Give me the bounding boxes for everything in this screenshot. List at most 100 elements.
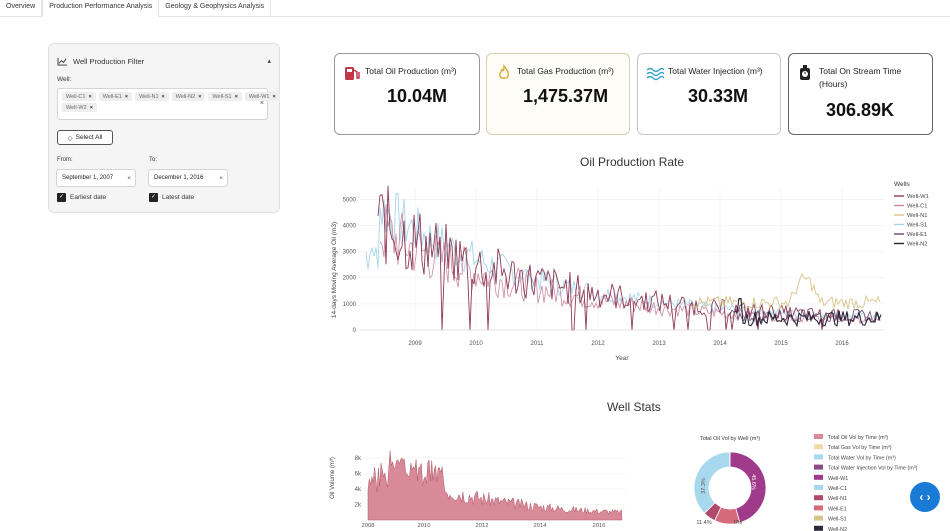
- legend-swatch: [814, 444, 823, 450]
- legend-swatch: [814, 495, 823, 501]
- to-date-input[interactable]: December 1, 2016 ×: [148, 169, 228, 187]
- x-tick-label: 2009: [408, 341, 422, 347]
- tab-bar: Overview Production Performance Analysis…: [0, 0, 950, 17]
- line-chart-icon: [57, 57, 67, 66]
- checkmark-icon: ✓: [57, 193, 66, 202]
- x-tick-label: 2010: [418, 523, 431, 529]
- legend-label[interactable]: Well-N1: [907, 213, 928, 219]
- donut-label: 45.6%: [750, 474, 756, 490]
- well-chip[interactable]: Well-S1 ×: [208, 92, 242, 101]
- legend-swatch: [814, 464, 823, 470]
- legend-swatch: [814, 434, 823, 439]
- y-tick-label: 6k: [355, 472, 362, 478]
- well-stats-title: Well Stats: [607, 400, 661, 414]
- clear-icon[interactable]: ×: [260, 100, 264, 107]
- kpi-title: Total On Stream Time (Hours): [819, 66, 902, 89]
- legend-swatch: [814, 485, 823, 490]
- well-chips: Well-C1 × Well-E1 × Well-N1 × Well-N2 × Well…: [62, 92, 282, 112]
- well-chip[interactable]: Well-N2 ×: [171, 92, 206, 101]
- select-all-button[interactable]: ◇ Select All: [57, 130, 113, 145]
- y-tick-label: 2k: [355, 503, 362, 509]
- legend-label[interactable]: Well-E1: [907, 232, 927, 238]
- oil-rate-chart-title: Oil Production Rate: [580, 155, 685, 169]
- legend-label[interactable]: Total Water Vol by Time (m³): [828, 455, 896, 461]
- legend-swatch: [814, 505, 823, 511]
- well-chip[interactable]: Well-C1 ×: [62, 92, 96, 101]
- kpi-card-stream-time: Total On Stream Time (Hours) 306.89K: [788, 53, 933, 135]
- earliest-date-checkbox[interactable]: ✓ Earliest date: [57, 193, 106, 202]
- x-tick-label: 2016: [835, 341, 849, 347]
- oil-pump-icon: [345, 67, 360, 80]
- legend-label[interactable]: Well-W1: [828, 476, 848, 482]
- kpi-title: Total Gas Production (m³): [517, 66, 614, 76]
- legend-swatch: [814, 515, 823, 521]
- from-label: From:: [57, 157, 73, 163]
- y-tick-label: 1000: [343, 302, 357, 308]
- well-chip[interactable]: Well-W2 ×: [62, 103, 97, 112]
- y-tick-label: 3000: [343, 250, 357, 256]
- tab-production-performance[interactable]: Production Performance Analysis: [42, 0, 160, 17]
- kpi-value: 306.89K: [826, 100, 895, 120]
- well-chip[interactable]: Well-E1 ×: [98, 92, 133, 101]
- legend-swatch: [814, 525, 823, 531]
- legend-label[interactable]: Well-C1: [907, 204, 928, 210]
- oil-chart-xlabel: Year: [615, 355, 629, 362]
- legend-label[interactable]: Total Water Injection Vol by Time (m³): [828, 466, 918, 472]
- kpi-title: Total Oil Production (m³): [365, 66, 457, 76]
- tab-geology-geophysics[interactable]: Geology & Geophysics Analysis: [159, 0, 272, 16]
- legend-label[interactable]: Well-S1: [907, 223, 927, 229]
- flame-icon: [499, 64, 509, 79]
- x-tick-label: 2012: [591, 341, 605, 347]
- x-tick-label: 2016: [593, 523, 606, 529]
- oil-chart-ylabel: 14-days Moving Average Oil (m3): [331, 222, 338, 318]
- y-tick-label: 5000: [343, 197, 357, 203]
- well-chip[interactable]: Well-N1 ×: [135, 92, 169, 101]
- donut-title: Total Oil Vol by Well (m³): [700, 436, 760, 442]
- kpi-card-water: Total Water Injection (m³) 30.33M: [637, 53, 781, 135]
- y-tick-label: 2000: [343, 276, 357, 282]
- x-tick-label: 2013: [652, 341, 666, 347]
- legend-label[interactable]: Well-N1: [828, 496, 847, 502]
- legend-label[interactable]: Total Oil Vol by Time (m³): [828, 435, 888, 441]
- series-line-well-w1[interactable]: [377, 185, 841, 331]
- filter-title: Well Production Filter: [73, 56, 145, 66]
- y-tick-label: 4000: [343, 223, 357, 229]
- kpi-value: 10.04M: [387, 86, 448, 106]
- legend-swatch: [814, 474, 823, 480]
- kpi-title: Total Water Injection (m³): [668, 66, 763, 76]
- y-tick-label: 8k: [355, 456, 362, 462]
- clear-icon[interactable]: ×: [127, 175, 131, 182]
- filter-header[interactable]: Well Production Filter ▴: [57, 54, 271, 68]
- kpi-card-oil: Total Oil Production (m³) 10.04M: [334, 53, 480, 135]
- donut-slice[interactable]: [693, 451, 731, 514]
- x-tick-label: 2010: [469, 341, 483, 347]
- kpi-value: 1,475.37M: [523, 86, 609, 106]
- legend-label[interactable]: Well-W1: [907, 194, 929, 200]
- legend-label[interactable]: Well-C1: [828, 486, 847, 492]
- kpi-card-gas: Total Gas Production (m³) 1,475.37M: [486, 53, 630, 135]
- x-tick-label: 2014: [534, 523, 548, 529]
- x-tick-label: 2015: [774, 341, 788, 347]
- well-stats-chart[interactable]: 2k 4k 6k 8k 2008 2010 2012 2014 2016 Oil Volume …: [320, 428, 950, 531]
- clock-icon: [800, 65, 810, 80]
- legend-label[interactable]: Total Gas Vol by Time (m³): [828, 445, 892, 451]
- donut-label: 0%: [734, 520, 742, 526]
- oil-legend-title: Wells: [894, 181, 911, 188]
- from-date-input[interactable]: September 1, 2007 ×: [56, 169, 136, 187]
- stats-ylabel: Oil Volume (m³): [330, 457, 336, 499]
- clear-icon[interactable]: ×: [219, 175, 223, 182]
- legend-label[interactable]: Well-S1: [828, 517, 847, 523]
- tab-overview[interactable]: Overview: [0, 0, 43, 16]
- code-toggle-button[interactable]: ‹ ›: [910, 482, 940, 512]
- legend-label[interactable]: Well-E1: [828, 506, 847, 512]
- latest-date-checkbox[interactable]: ✓ Latest date: [149, 193, 194, 202]
- oil-volume-area[interactable]: [367, 450, 623, 521]
- x-tick-label: 2012: [476, 523, 489, 529]
- legend-label[interactable]: Well-N2: [828, 527, 847, 531]
- chevron-up-icon[interactable]: ▴: [267, 57, 271, 65]
- x-tick-label: 2014: [713, 341, 727, 347]
- well-multiselect[interactable]: Well-C1 × Well-E1 × Well-N1 × Well-N2 × Well…: [57, 88, 280, 120]
- legend-label[interactable]: Well-N2: [907, 242, 928, 248]
- oil-production-rate-chart[interactable]: 0 1000 2000 3000 4000 5000 2009 2010 2011 2012 201…: [320, 170, 950, 370]
- x-tick-label: 2011: [531, 341, 545, 347]
